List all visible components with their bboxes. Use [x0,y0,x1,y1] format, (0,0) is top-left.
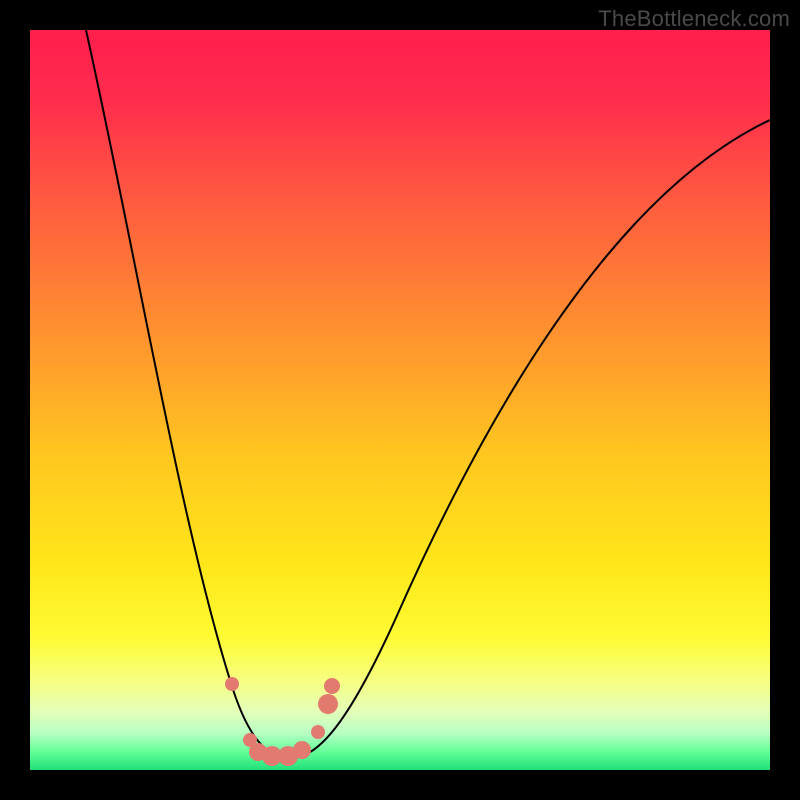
watermark-text: TheBottleneck.com [598,6,790,32]
curve-marker [318,694,338,714]
curve-marker [293,741,311,759]
chart-stage: TheBottleneck.com [0,0,800,800]
curve-marker [324,678,340,694]
bottleneck-chart [0,0,800,800]
plot-background [30,30,770,770]
curve-marker [225,677,239,691]
curve-marker [311,725,325,739]
